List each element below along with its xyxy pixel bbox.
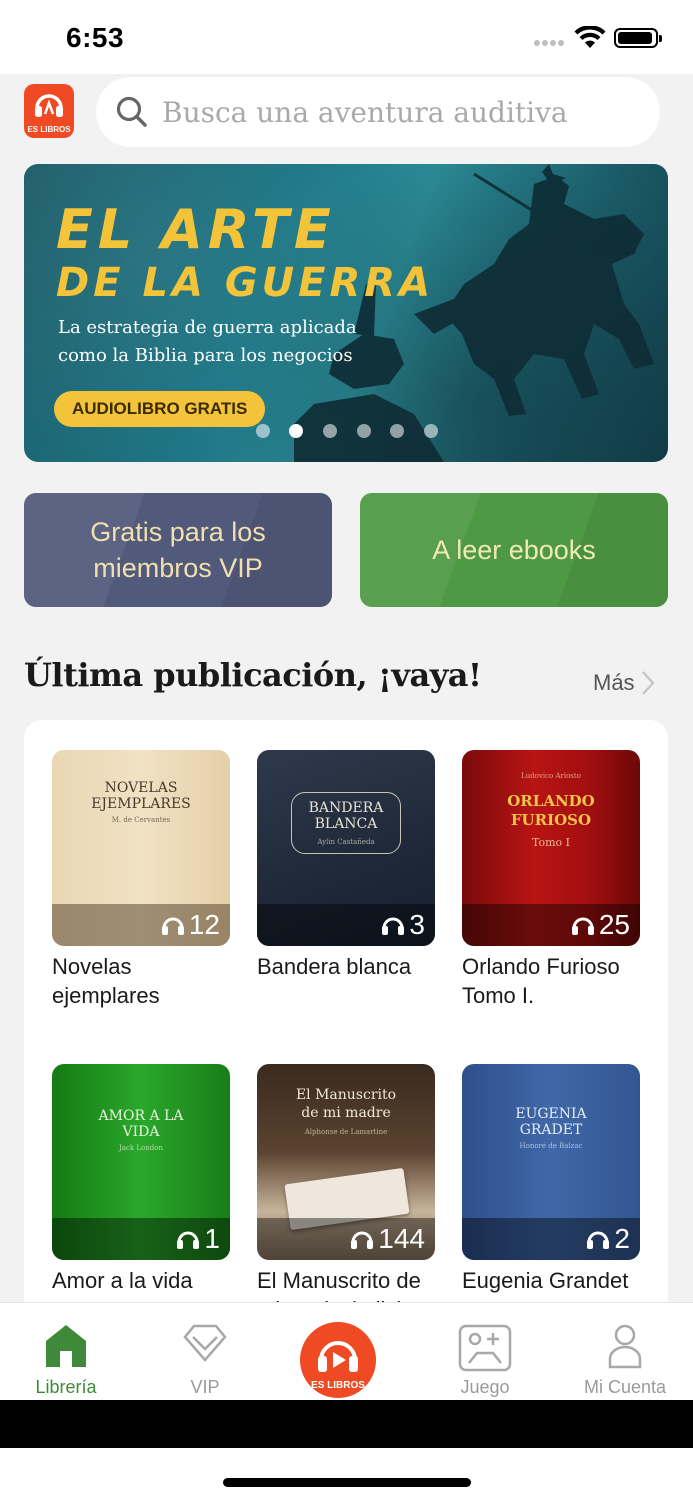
latest-books-panel: NOVELAS EJEMPLARES M. de Cervantes 12 No… xyxy=(24,720,668,1340)
more-link[interactable]: Más xyxy=(593,670,655,696)
cover-title: ORLANDO FURIOSO xyxy=(507,792,595,829)
status-bar: 6:53 xyxy=(0,0,693,74)
diamond-icon xyxy=(183,1324,227,1362)
listen-count-value: 144 xyxy=(378,1223,425,1254)
cover-author: M. de Cervantes xyxy=(111,816,171,824)
battery-icon xyxy=(614,28,662,48)
listen-count: 1 xyxy=(176,1223,220,1254)
book-card[interactable]: AMOR A LA VIDA Jack London 1 Amor a la v… xyxy=(52,1064,230,1295)
listen-count: 144 xyxy=(350,1223,425,1254)
system-black-bar xyxy=(0,1400,693,1448)
book-title[interactable]: Bandera blanca xyxy=(257,952,435,981)
cover-author: Ludovico Ariosto xyxy=(521,772,581,780)
book-card[interactable]: EUGENIA GRADET Honoré de Balzac 2 Eugeni… xyxy=(462,1064,640,1295)
cover-title: BANDERA BLANCA xyxy=(308,800,384,832)
listen-count-value: 12 xyxy=(188,909,220,940)
promo-banner[interactable]: EL ARTE DE LA GUERRA La estrategia de gu… xyxy=(24,164,668,462)
search-input[interactable] xyxy=(162,89,642,135)
tab-vip[interactable]: VIP xyxy=(145,1303,265,1401)
search-icon xyxy=(116,96,147,127)
listen-count: 12 xyxy=(161,909,220,940)
screen: 6:53 ES LIBROS Busca una aventura auditi… xyxy=(0,0,693,1500)
cover-title: EUGENIA GRADET xyxy=(515,1106,587,1138)
headphones-icon xyxy=(571,917,594,935)
book-title[interactable]: Orlando Furioso Tomo I. xyxy=(462,952,640,1010)
home-indicator[interactable] xyxy=(223,1478,471,1487)
book-cover[interactable]: ORLANDO FURIOSO Tomo I Ludovico Ariosto … xyxy=(462,750,640,946)
banner-subtitle: La estrategia de guerra aplicada como la… xyxy=(58,317,357,366)
cover-title: AMOR A LA VIDA xyxy=(98,1108,184,1140)
warrior-silhouette-image xyxy=(294,164,654,462)
cover-title: NOVELAS EJEMPLARES xyxy=(91,780,191,812)
center-player-button[interactable]: ES LIBROS xyxy=(300,1322,376,1398)
tab-juego[interactable]: Juego xyxy=(425,1303,545,1401)
headphones-icon xyxy=(161,917,184,935)
gamepad-icon xyxy=(458,1324,512,1372)
tab-label: Librería xyxy=(35,1377,97,1397)
cover-title: El Manuscrito de mi madre xyxy=(295,1087,397,1121)
headphones-icon xyxy=(587,1231,610,1249)
wifi-icon xyxy=(574,26,606,48)
book-title[interactable]: Novelas ejemplares xyxy=(52,952,230,1010)
book-card[interactable]: BANDERA BLANCA Aylin Castañeda 3 Bandera… xyxy=(257,750,435,981)
headphones-icon xyxy=(351,1231,374,1249)
cover-author: Honoré de Balzac xyxy=(519,1142,583,1150)
book-cover[interactable]: AMOR A LA VIDA Jack London 1 xyxy=(52,1064,230,1260)
headphones-play-icon xyxy=(318,1341,358,1372)
cover-author: Aylin Castañeda xyxy=(317,838,375,846)
headphones-logo-icon xyxy=(35,94,63,117)
read-ebooks-label: A leer ebooks xyxy=(432,535,596,565)
home-indicator-area xyxy=(0,1448,693,1500)
cover-author: Alphonse de Lamartine xyxy=(304,1128,388,1136)
library-home-icon xyxy=(46,1325,86,1367)
center-fab-label: ES LIBROS xyxy=(311,1380,365,1391)
book-title[interactable]: Amor a la vida xyxy=(52,1266,230,1295)
app-logo-text: ES LIBROS xyxy=(27,125,71,134)
book-cover[interactable]: BANDERA BLANCA Aylin Castañeda 3 xyxy=(257,750,435,946)
vip-free-label: Gratis para los miembros VIP xyxy=(90,517,266,583)
carousel-dot[interactable] xyxy=(357,424,371,438)
chevron-right-icon xyxy=(641,671,655,695)
listen-count: 2 xyxy=(586,1223,630,1254)
carousel-dot[interactable] xyxy=(390,424,404,438)
book-title[interactable]: Eugenia Grandet xyxy=(462,1266,640,1295)
app-logo[interactable]: ES LIBROS xyxy=(24,84,74,138)
banner-title-line1: EL ARTE xyxy=(56,198,336,261)
status-time: 6:53 xyxy=(66,22,125,53)
banner-cta-button[interactable]: AUDIOLIBRO GRATIS xyxy=(54,391,266,427)
headphones-icon xyxy=(177,1231,200,1249)
tab-label: Mi Cuenta xyxy=(583,1377,667,1397)
listen-count-value: 2 xyxy=(614,1223,630,1254)
book-cover[interactable]: El Manuscrito de mi madre Alphonse de La… xyxy=(257,1064,435,1260)
headphones-icon xyxy=(382,917,405,935)
cover-subtitle: Tomo I xyxy=(531,836,570,849)
carousel-dot-active[interactable] xyxy=(289,424,303,438)
cover-author: Jack London xyxy=(119,1144,163,1152)
tab-libreria[interactable]: Librería xyxy=(6,1303,126,1401)
tab-mi-cuenta[interactable]: Mi Cuenta xyxy=(565,1303,685,1401)
listen-count-value: 3 xyxy=(409,909,425,940)
book-card[interactable]: El Manuscrito de mi madre Alphonse de La… xyxy=(257,1064,435,1324)
listen-count-value: 25 xyxy=(598,909,630,940)
search-bar[interactable] xyxy=(96,77,660,147)
carousel-dot[interactable] xyxy=(424,424,438,438)
banner-title-line2: DE LA GUERRA xyxy=(56,260,435,306)
tab-label: VIP xyxy=(190,1377,220,1397)
user-icon xyxy=(608,1324,642,1369)
read-ebooks-button[interactable]: A leer ebooks xyxy=(360,493,668,607)
book-cover[interactable]: NOVELAS EJEMPLARES M. de Cervantes 12 xyxy=(52,750,230,946)
book-card[interactable]: ORLANDO FURIOSO Tomo I Ludovico Ariosto … xyxy=(462,750,640,1010)
carousel-dot[interactable] xyxy=(323,424,337,438)
carousel-dot[interactable] xyxy=(256,424,270,438)
tab-label: Juego xyxy=(460,1377,510,1397)
section-title: Última publicación, ¡vaya! xyxy=(24,656,482,694)
listen-count: 3 xyxy=(381,909,425,940)
vip-free-button[interactable]: Gratis para los miembros VIP xyxy=(24,493,332,607)
book-cover[interactable]: EUGENIA GRADET Honoré de Balzac 2 xyxy=(462,1064,640,1260)
book-card[interactable]: NOVELAS EJEMPLARES M. de Cervantes 12 No… xyxy=(52,750,230,1010)
cellular-signal-icon xyxy=(534,40,566,48)
listen-count: 25 xyxy=(571,909,630,940)
listen-count-value: 1 xyxy=(204,1223,220,1254)
more-label: Más xyxy=(593,670,635,695)
